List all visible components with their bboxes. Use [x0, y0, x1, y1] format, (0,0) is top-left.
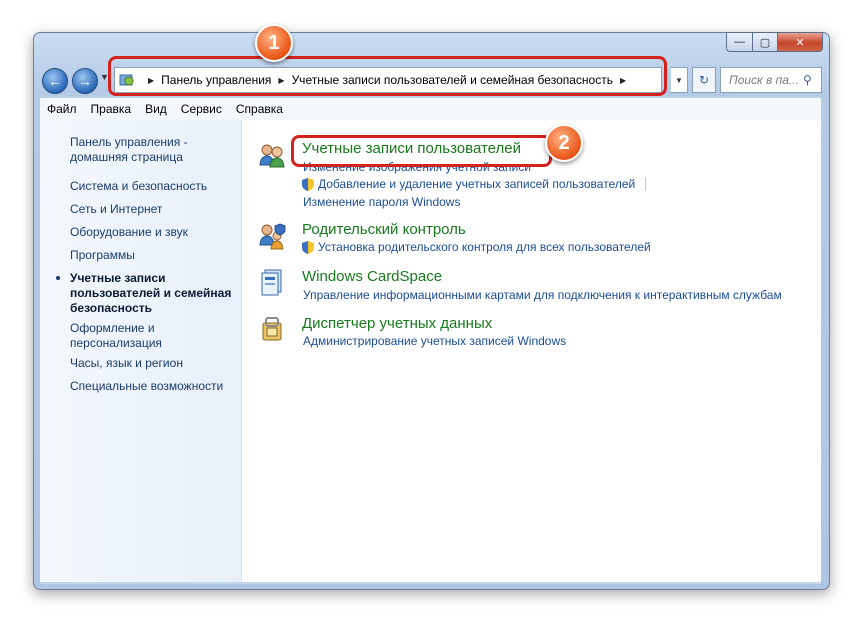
sidebar: Панель управления - домашняя страница Си…: [40, 120, 242, 582]
search-input[interactable]: Поиск в па...: [721, 73, 803, 87]
refresh-icon: ↻: [698, 73, 710, 87]
forward-button[interactable]: →: [72, 68, 98, 94]
sidebar-item-system-security[interactable]: Система и безопасность: [70, 179, 207, 194]
menu-view[interactable]: Вид: [145, 102, 167, 116]
uac-shield-icon: [302, 177, 314, 191]
explorer-window: — ▢ ✕ ← → ▼ ▶ Панель управления ▶ Учетны…: [33, 32, 830, 590]
link-change-password[interactable]: Изменение пароля Windows: [303, 195, 460, 209]
sidebar-item-user-accounts[interactable]: Учетные записи пользователей и семейная …: [70, 271, 231, 316]
address-history-dropdown[interactable]: ▼: [671, 67, 688, 93]
search-icon[interactable]: ⚲: [803, 73, 821, 87]
credential-manager-icon: [258, 315, 286, 343]
maximize-button[interactable]: ▢: [753, 32, 778, 52]
menu-file[interactable]: Файл: [47, 102, 77, 116]
window-bottom-frame: [40, 582, 821, 584]
search-box[interactable]: Поиск в па... ⚲: [720, 67, 822, 93]
link-add-remove-accounts-label[interactable]: Добавление и удаление учетных записей по…: [318, 177, 635, 191]
sidebar-item-clock-region[interactable]: Часы, язык и регион: [70, 356, 183, 371]
callout-badge-1: 1: [255, 24, 293, 62]
menu-tools[interactable]: Сервис: [181, 102, 222, 116]
sidebar-item-hardware[interactable]: Оборудование и звук: [70, 225, 188, 240]
window-controls: — ▢ ✕: [726, 32, 823, 52]
link-manage-information-cards[interactable]: Управление информационными картами для п…: [303, 288, 782, 302]
callout-frame-address-bar: [108, 56, 667, 96]
uac-shield-icon: [302, 240, 314, 254]
active-bullet: [56, 276, 60, 280]
refresh-button[interactable]: ↻: [692, 67, 716, 93]
sidebar-item-programs[interactable]: Программы: [70, 248, 135, 263]
link-manage-windows-credentials[interactable]: Администрирование учетных записей Window…: [303, 334, 566, 348]
sidebar-item-network[interactable]: Сеть и Интернет: [70, 202, 162, 217]
sidebar-item-appearance[interactable]: Оформление и персонализация: [70, 321, 162, 351]
arrow-left-icon: ←: [48, 73, 62, 89]
minimize-button[interactable]: —: [726, 32, 753, 52]
link-setup-parental-controls[interactable]: Установка родительского контроля для все…: [302, 240, 651, 254]
callout-badge-2: 2: [545, 124, 583, 162]
parental-control-icon: [258, 222, 286, 250]
link-add-remove-accounts[interactable]: Добавление и удаление учетных записей по…: [302, 177, 647, 191]
category-title-credential-manager[interactable]: Диспетчер учетных данных: [302, 315, 492, 332]
close-button[interactable]: ✕: [778, 32, 823, 52]
link-setup-parental-controls-label[interactable]: Установка родительского контроля для все…: [318, 240, 651, 254]
cardspace-icon: [258, 268, 286, 296]
back-button[interactable]: ←: [42, 68, 68, 94]
arrow-right-icon: →: [78, 73, 92, 89]
content-pane: Учетные записи пользователей Изменение и…: [242, 120, 821, 582]
users-icon: [258, 141, 286, 169]
sidebar-item-home[interactable]: Панель управления - домашняя страница: [70, 135, 188, 165]
category-title-cardspace[interactable]: Windows CardSpace: [302, 268, 442, 285]
link-separator: [645, 177, 647, 191]
callout-frame-user-accounts: [291, 135, 552, 167]
menu-bar: Файл Правка Вид Сервис Справка: [40, 97, 821, 121]
menu-edit[interactable]: Правка: [91, 102, 132, 116]
category-title-parental-controls[interactable]: Родительский контроль: [302, 221, 466, 238]
menu-help[interactable]: Справка: [236, 102, 283, 116]
sidebar-item-accessibility[interactable]: Специальные возможности: [70, 379, 223, 394]
